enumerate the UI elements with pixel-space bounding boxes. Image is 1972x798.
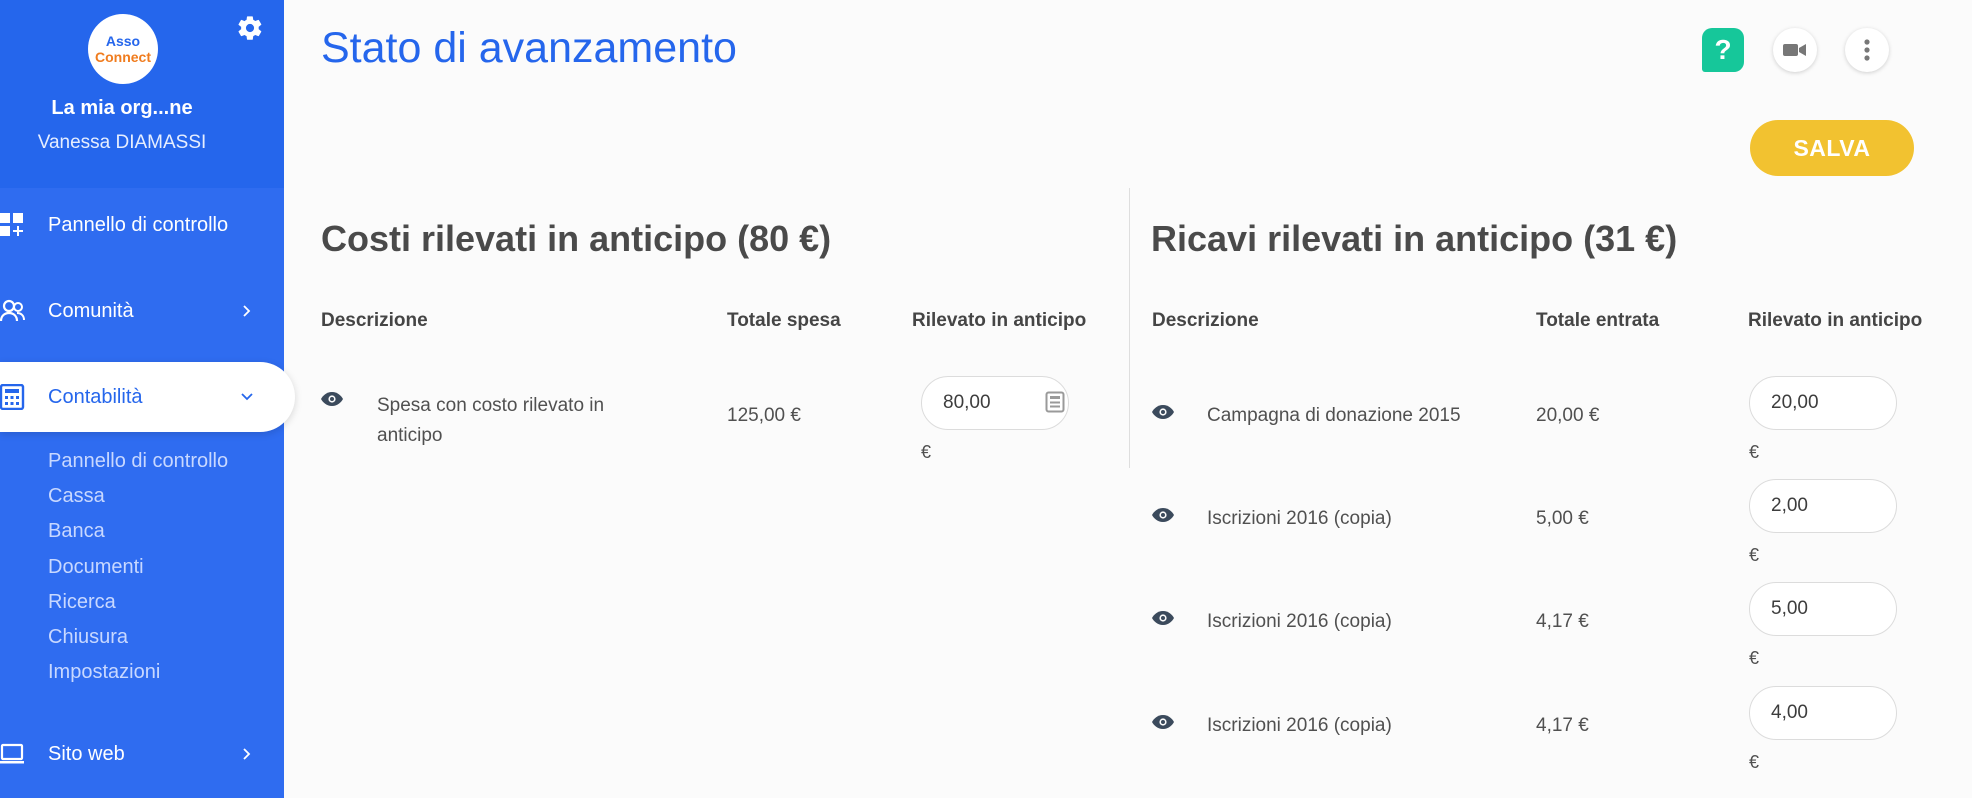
revenue-description: Iscrizioni 2016 (copia)	[1207, 508, 1392, 529]
eye-icon[interactable]	[1151, 714, 1175, 730]
costs-column-accrued: Rilevato in anticipo	[912, 310, 1087, 331]
costs-column-description: Descrizione	[321, 310, 428, 331]
accounting-submenu: Pannello di controllo Cassa Banca Docume…	[48, 444, 228, 690]
sidebar-item-label: Sito web	[48, 742, 125, 765]
submenu-item-bank[interactable]: Banca	[48, 514, 228, 549]
revenue-accrued-input[interactable]	[1749, 686, 1897, 740]
chevron-down-icon	[241, 393, 253, 401]
currency-symbol: €	[1749, 545, 1760, 565]
submenu-item-documents[interactable]: Documenti	[48, 550, 228, 585]
calculator-icon	[0, 384, 25, 410]
video-camera-icon	[1783, 44, 1806, 56]
revenue-total: 20,00 €	[1536, 405, 1600, 426]
currency-symbol: €	[1749, 442, 1760, 462]
currency-symbol: €	[1749, 648, 1760, 668]
revenue-description: Iscrizioni 2016 (copia)	[1207, 715, 1392, 736]
sidebar-item-accounting[interactable]: Contabilità	[0, 362, 295, 432]
cost-total: 125,00 €	[727, 405, 801, 426]
sidebar-header: Asso Connect La mia org...ne Vanessa DIA…	[0, 0, 284, 188]
revenue-total: 4,17 €	[1536, 715, 1589, 736]
chevron-right-icon	[243, 305, 251, 317]
more-options-button[interactable]	[1845, 28, 1889, 72]
eye-icon[interactable]	[1151, 404, 1175, 420]
logo-text-asso: Asso	[105, 33, 141, 49]
logo-text-connect: Connect	[95, 49, 151, 65]
gear-icon[interactable]	[236, 14, 264, 42]
video-button[interactable]	[1773, 28, 1817, 72]
sidebar-item-label: Comunità	[48, 299, 134, 322]
more-vertical-icon	[1864, 39, 1870, 61]
revenues-column-description: Descrizione	[1152, 310, 1259, 331]
sidebar-item-community[interactable]: Comunità	[0, 276, 284, 346]
question-mark-icon: ?	[1714, 34, 1732, 65]
revenue-total: 5,00 €	[1536, 508, 1589, 529]
cost-description: Spesa con costo rilevato in anticipo	[377, 395, 605, 446]
sidebar-item-label: Pannello di controllo	[48, 213, 229, 236]
revenues-column-total: Totale entrata	[1536, 310, 1660, 331]
assoconnect-logo[interactable]: Asso Connect	[88, 14, 158, 84]
revenue-total: 4,17 €	[1536, 611, 1589, 632]
organization-name[interactable]: La mia org...ne	[0, 97, 244, 120]
section-divider	[1129, 188, 1130, 468]
revenue-accrued-input[interactable]	[1749, 479, 1897, 533]
revenue-description: Iscrizioni 2016 (copia)	[1207, 611, 1392, 632]
submenu-item-search[interactable]: Ricerca	[48, 585, 228, 620]
sidebar-item-label: Contabilità	[48, 385, 143, 408]
submenu-item-closing[interactable]: Chiusura	[48, 620, 228, 655]
currency-symbol: €	[921, 442, 932, 462]
help-button[interactable]: ?	[1702, 28, 1744, 72]
revenue-description: Campagna di donazione 2015	[1207, 405, 1461, 426]
currency-symbol: €	[1749, 752, 1760, 772]
sidebar: Asso Connect La mia org...ne Vanessa DIA…	[0, 0, 295, 798]
sidebar-item-dashboard[interactable]: Pannello di controllo	[0, 190, 284, 260]
revenue-accrued-input[interactable]	[1749, 376, 1897, 430]
eye-icon[interactable]	[1151, 507, 1175, 523]
community-icon	[0, 299, 25, 322]
sidebar-item-website[interactable]: Sito web	[0, 719, 284, 789]
user-name: Vanessa DIAMASSI	[37, 132, 207, 153]
submenu-item-cash[interactable]: Cassa	[48, 479, 228, 514]
submenu-item-dashboard[interactable]: Pannello di controllo	[48, 444, 228, 479]
revenues-section-title: Ricavi rilevati in anticipo (31 €)	[1151, 218, 1678, 259]
page-title: Stato di avanzamento	[321, 24, 737, 72]
revenue-accrued-input[interactable]	[1749, 582, 1897, 636]
costs-column-total: Totale spesa	[727, 310, 841, 331]
laptop-icon	[0, 743, 24, 764]
chevron-right-icon	[243, 748, 251, 760]
submenu-item-settings[interactable]: Impostazioni	[48, 655, 228, 690]
revenues-column-accrued: Rilevato in anticipo	[1748, 310, 1923, 331]
save-button[interactable]: SALVA	[1750, 120, 1914, 176]
eye-icon[interactable]	[1151, 610, 1175, 626]
eye-icon[interactable]	[320, 391, 344, 407]
calculator-icon[interactable]	[1045, 391, 1065, 413]
costs-section-title: Costi rilevati in anticipo (80 €)	[321, 218, 832, 259]
dashboard-icon	[0, 213, 23, 236]
